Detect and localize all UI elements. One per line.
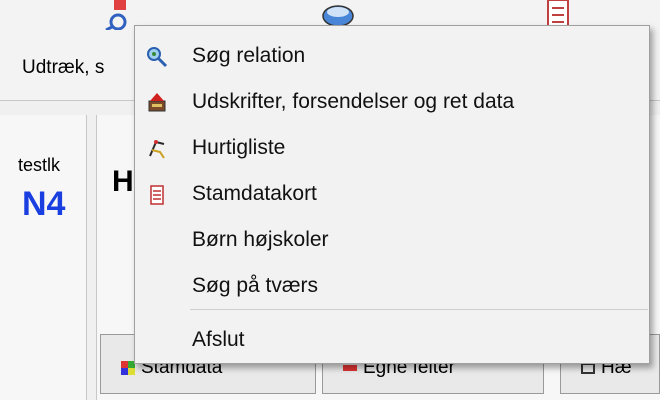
extract-button-label[interactable]: Udtræk, s bbox=[22, 57, 104, 79]
menu-item-label: Udskrifter, forsendelser og ret data bbox=[192, 90, 515, 113]
menu-item-afslut[interactable]: Afslut bbox=[135, 320, 649, 362]
search-relation-icon bbox=[147, 47, 168, 68]
card-icon bbox=[150, 185, 164, 205]
menu-item-udskrifter[interactable]: Udskrifter, forsendelser og ret data bbox=[135, 82, 649, 124]
record-label: testlk bbox=[18, 155, 61, 175]
print-send-icon bbox=[148, 93, 166, 112]
menu-separator bbox=[190, 309, 648, 310]
menu-item-boern-hoejskoler[interactable]: Børn højskoler bbox=[135, 220, 649, 262]
menu-item-label: Søg relation bbox=[192, 44, 306, 67]
menu-item-hurtigliste[interactable]: Hurtigliste bbox=[135, 128, 649, 170]
menu-item-soeg-paa-tvaers[interactable]: Søg på tværs bbox=[135, 266, 649, 308]
menu-item-label: Afslut bbox=[192, 328, 245, 351]
extract-icon[interactable] bbox=[100, 0, 136, 30]
menu-item-label: Hurtigliste bbox=[192, 136, 286, 159]
record-value: N4 bbox=[22, 185, 66, 223]
menu-item-label: Børn højskoler bbox=[192, 228, 329, 251]
main-heading: H bbox=[112, 165, 134, 198]
quicklist-icon bbox=[149, 140, 165, 159]
context-menu: Søg relation Udskrifter, forsendelser og… bbox=[134, 25, 650, 364]
menu-item-label: Stamdatakort bbox=[192, 182, 317, 205]
menu-item-soeg-relation[interactable]: Søg relation bbox=[135, 36, 649, 78]
stamdata-icon bbox=[121, 361, 135, 375]
menu-item-label: Søg på tværs bbox=[192, 274, 319, 297]
menu-item-stamdatakort[interactable]: Stamdatakort bbox=[135, 174, 649, 216]
